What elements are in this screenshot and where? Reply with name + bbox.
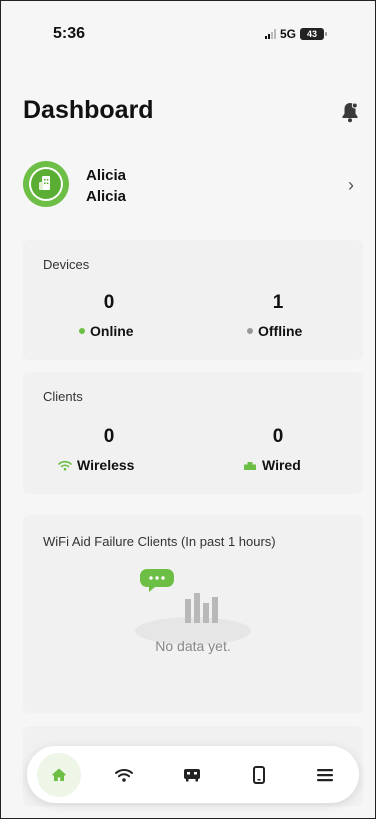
- site-name: Alicia Alicia: [86, 165, 126, 207]
- ethernet-icon: [244, 461, 256, 470]
- empty-state-illustration-icon: [135, 569, 251, 645]
- chevron-right-icon: ›: [348, 175, 354, 195]
- site-avatar: [23, 161, 69, 207]
- clients-wireless: Wireless: [58, 457, 134, 473]
- clients-card[interactable]: Clients 0 Wireless 0 Wired: [23, 372, 363, 494]
- signal-icon: [265, 29, 276, 39]
- devices-label: Devices: [43, 257, 90, 272]
- devices-offline: Offline: [247, 323, 302, 339]
- phone-icon: [253, 766, 265, 784]
- battery-icon: 43: [300, 28, 328, 40]
- devices-online-label: Online: [90, 323, 134, 339]
- nav-home[interactable]: [37, 753, 81, 797]
- clients-wired-count: 0: [272, 426, 284, 447]
- status-time: 5:36: [53, 25, 86, 42]
- clients-wireless-label: Wireless: [77, 457, 135, 473]
- clients-label: Clients: [43, 389, 83, 404]
- devices-card[interactable]: Devices 0 Online 1 Offline: [23, 240, 363, 360]
- nav-wifi[interactable]: [102, 753, 146, 797]
- status-bar: 5:36 5G 43: [1, 1, 375, 61]
- network-type: 5G: [280, 27, 297, 41]
- wifi-small-icon: [58, 460, 72, 470]
- devices-online-count: 0: [103, 292, 115, 313]
- notification-bell-icon[interactable]: [341, 101, 359, 123]
- online-dot-icon: [79, 328, 85, 334]
- clients-wireless-count: 0: [103, 426, 115, 447]
- nav-devices[interactable]: [170, 753, 214, 797]
- wifi-icon: [115, 769, 133, 782]
- wifi-aid-card[interactable]: WiFi Aid Failure Clients (In past 1 hour…: [23, 515, 363, 713]
- clients-wired-label: Wired: [262, 457, 301, 473]
- nav-menu[interactable]: [303, 753, 347, 797]
- site-selector[interactable]: Alicia Alicia ›: [23, 159, 363, 211]
- site-name-line2: Alicia: [86, 188, 127, 205]
- clients-wired: Wired: [243, 457, 301, 473]
- menu-icon: [317, 769, 333, 782]
- site-name-line1: Alicia: [86, 167, 127, 184]
- status-indicators: 5G 43: [265, 27, 328, 41]
- devices-offline-label: Offline: [258, 323, 303, 339]
- devices-offline-count: 1: [272, 292, 284, 313]
- home-icon: [52, 768, 66, 781]
- devices-online: Online: [79, 323, 134, 339]
- building-icon: [39, 176, 50, 190]
- router-icon: [184, 769, 200, 782]
- wifi-aid-title: WiFi Aid Failure Clients (In past 1 hour…: [43, 534, 276, 549]
- offline-dot-icon: [247, 328, 253, 334]
- nav-clients[interactable]: [237, 753, 281, 797]
- bottom-navigation: [27, 746, 359, 803]
- app-screen: 5:36 5G 43 Dashboard Alicia Alicia › Dev…: [0, 0, 376, 819]
- empty-state-text: No data yet.: [155, 638, 231, 654]
- page-title: Dashboard: [23, 96, 154, 124]
